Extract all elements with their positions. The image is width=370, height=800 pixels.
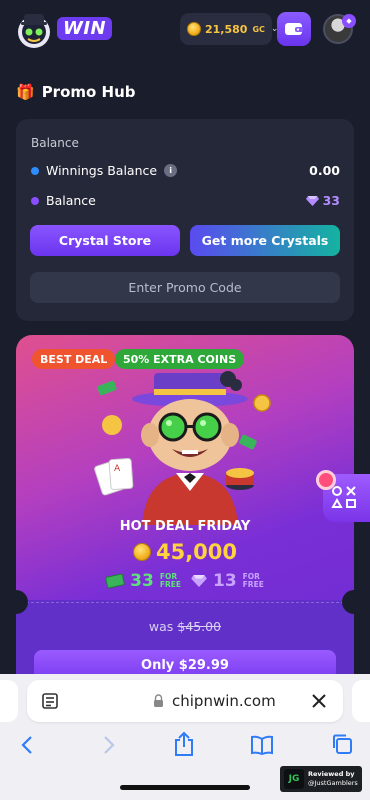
deal-freebies: 33 FOR FREE 13 FOR FREE <box>16 571 354 591</box>
bookmarks-icon[interactable] <box>250 735 274 755</box>
wallet-button[interactable] <box>277 12 311 46</box>
crystal-balance-value: 33 <box>322 193 340 208</box>
back-icon[interactable] <box>20 734 34 756</box>
free-gems-value: 13 <box>213 571 237 591</box>
previous-tab[interactable] <box>0 680 18 722</box>
svg-text:A: A <box>114 464 121 474</box>
deal-coins: 45,000 <box>16 540 354 564</box>
forward-icon[interactable] <box>102 734 116 756</box>
winnings-balance-row: Winnings Balance i 0.00 <box>31 163 340 178</box>
crystal-balance: 33 <box>305 193 340 208</box>
winnings-dot-icon <box>31 166 39 175</box>
reader-icon[interactable] <box>41 692 59 710</box>
original-price-value: $45.00 <box>177 619 222 634</box>
coin-icon <box>132 543 151 561</box>
balance-dot-icon <box>31 196 39 205</box>
crystal-balance-row: Balance 33 <box>31 193 340 208</box>
free-cash-label: FOR FREE <box>159 572 181 589</box>
logo-wordmark[interactable]: WIN <box>57 17 113 40</box>
watermark-line1: Reviewed by <box>308 770 355 778</box>
lock-icon <box>154 694 163 707</box>
enter-promo-code-button[interactable]: Enter Promo Code <box>30 272 340 303</box>
crystal-icon <box>191 575 207 587</box>
hot-deal-card[interactable]: BEST DEAL 50% EXTRA COINS A HOT DEAL FRI… <box>16 335 354 695</box>
share-icon[interactable] <box>173 731 195 757</box>
balance-panel-label: Balance <box>31 136 79 150</box>
wallet-icon <box>285 23 303 35</box>
url-text: chipnwin.com <box>172 692 276 710</box>
currency-balance-dropdown[interactable]: 21,580 GC ⌄ <box>180 13 278 45</box>
balance-panel: Balance Winnings Balance i 0.00 Balance … <box>16 119 354 321</box>
watermark-line2: @JustGamblers <box>308 779 358 787</box>
close-icon[interactable] <box>310 692 328 710</box>
home-indicator[interactable] <box>120 785 250 790</box>
gift-icon: 🎁 <box>16 83 35 101</box>
winnings-balance-label: Winnings Balance <box>46 163 158 178</box>
next-tab[interactable] <box>352 680 370 722</box>
free-cash-value: 33 <box>130 571 154 591</box>
original-price: was $45.00 <box>148 619 222 634</box>
vip-crystal-badge-icon: ◆ <box>342 14 356 28</box>
deal-title: HOT DEAL FRIDAY <box>119 519 251 534</box>
balance-unit: GC <box>252 24 265 34</box>
tabs-icon[interactable] <box>331 733 353 755</box>
address-bar[interactable]: chipnwin.com <box>27 680 343 722</box>
coin-icon <box>187 22 201 36</box>
crystal-store-button[interactable]: Crystal Store <box>30 225 180 256</box>
get-more-crystals-button[interactable]: Get more Crystals <box>190 225 340 256</box>
crystal-balance-label: Balance <box>46 193 96 208</box>
justgamblers-logo: JG <box>284 769 304 789</box>
logo-mascot-icon[interactable] <box>14 10 58 50</box>
top-bar: WIN 21,580 GC ⌄ ◆ <box>0 0 370 62</box>
deal-mascot-illustration: A <box>94 371 271 525</box>
cash-icon <box>105 573 126 589</box>
info-icon[interactable]: i <box>164 164 178 177</box>
winnings-balance-value: 0.00 <box>309 163 340 178</box>
notification-badge-icon <box>316 470 336 490</box>
balance-value: 21,580 <box>205 22 248 36</box>
crystal-icon <box>305 195 319 206</box>
page-title: 🎁 Promo Hub <box>16 83 136 101</box>
deal-coins-value: 45,000 <box>155 540 238 564</box>
ticket-perforation <box>26 602 344 603</box>
reviewed-watermark: JG Reviewed by @JustGamblers <box>280 766 362 792</box>
free-gems-label: FOR FREE <box>242 572 264 589</box>
